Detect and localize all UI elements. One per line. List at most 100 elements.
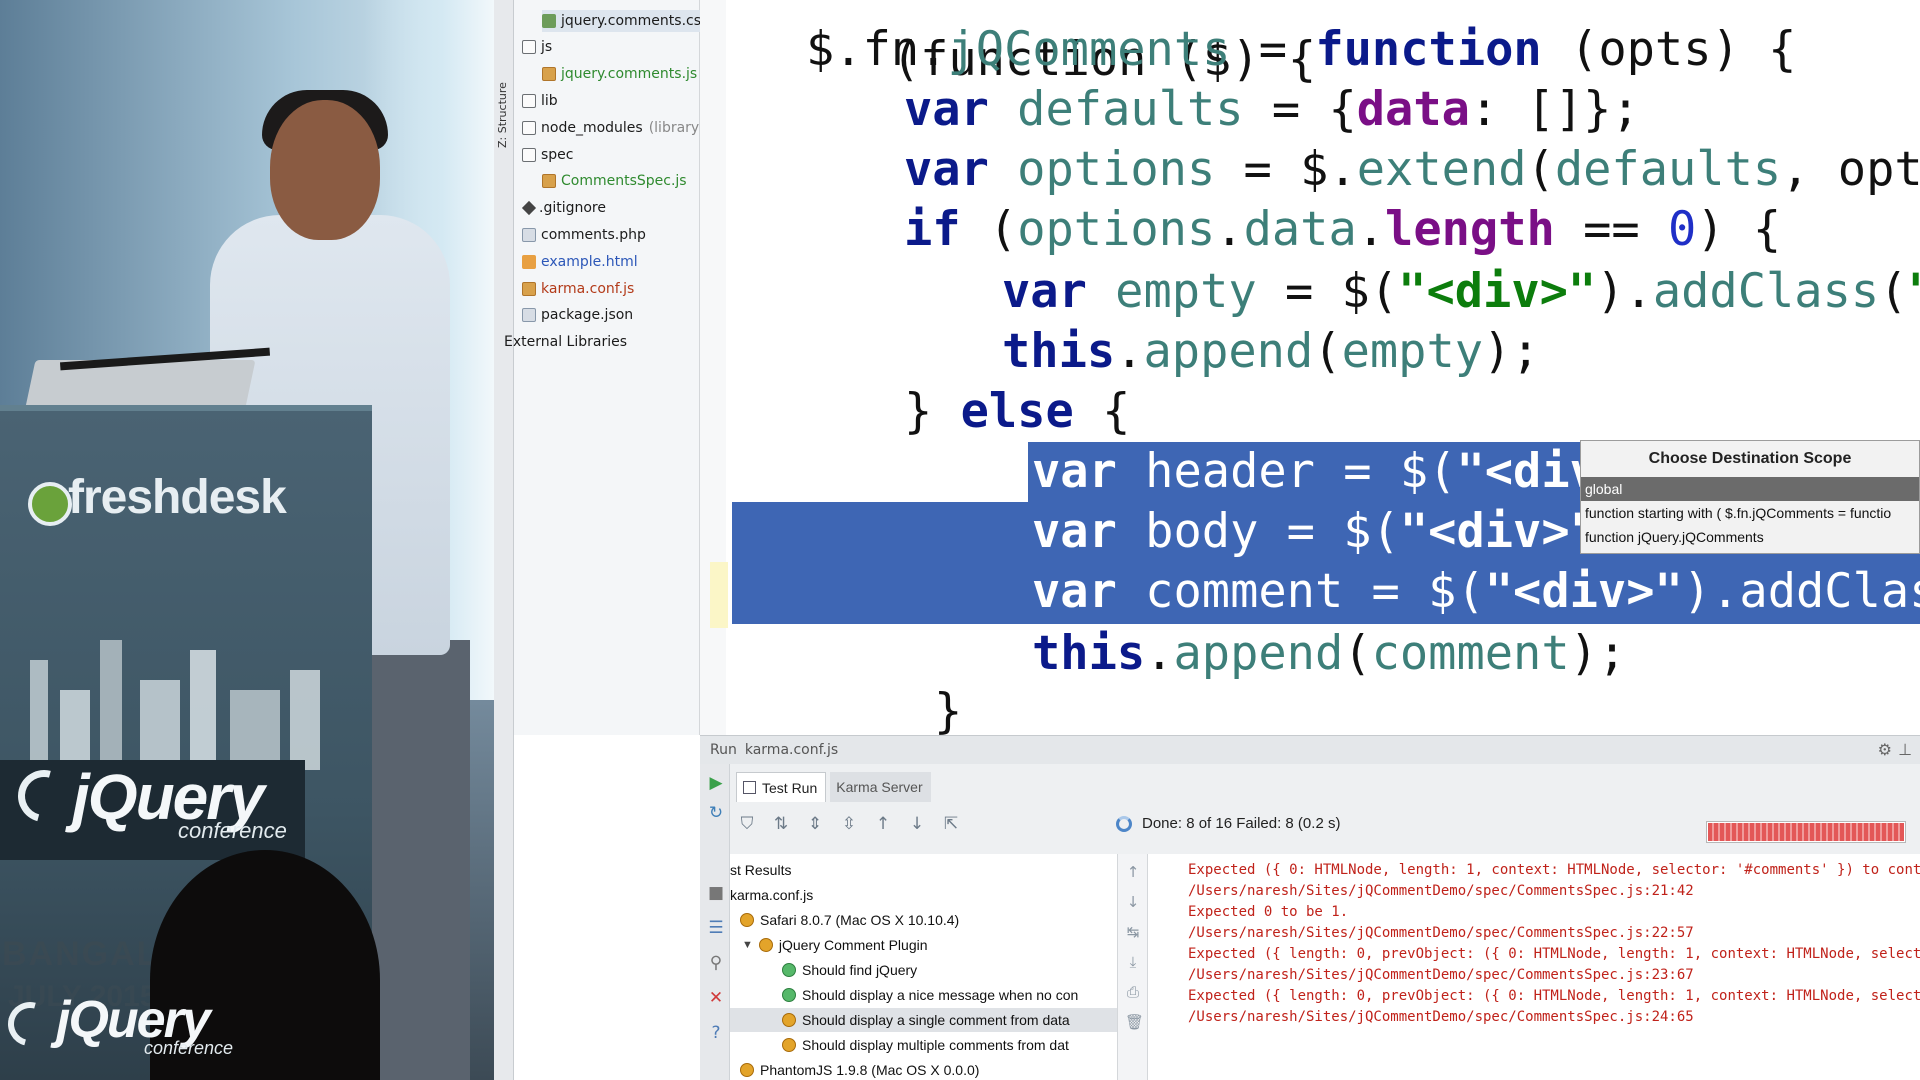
test-result-row[interactable]: Should find jQuery xyxy=(730,958,1117,982)
code-editor[interactable]: (function ($) { $.fn.jQComments = functi… xyxy=(700,0,1920,735)
tree-item-label: External Libraries xyxy=(504,334,627,350)
tree-item-example-html[interactable]: example.html xyxy=(522,251,638,273)
tree-item-jquery-comments-js[interactable]: jquery.comments.js xyxy=(542,63,697,85)
scope-option-jquery-jqcomments[interactable]: function jQuery.jQComments xyxy=(1581,525,1919,549)
code-token: $.fn. xyxy=(806,22,948,77)
tree-item-karma-conf-js[interactable]: karma.conf.js xyxy=(522,278,634,300)
tree-item-label: js xyxy=(541,39,553,55)
console-output[interactable]: Expected ({ 0: HTMLNode, length: 1, cont… xyxy=(1148,854,1920,1080)
next-test-icon[interactable]: ↓ xyxy=(906,813,928,835)
scope-option-global[interactable]: global xyxy=(1581,477,1919,501)
code-line-8: var header = $("<div>" xyxy=(1032,442,1655,502)
code-token: "<div>" xyxy=(1399,504,1598,559)
run-config-name: karma.conf.js xyxy=(744,742,839,758)
code-token: var xyxy=(1032,504,1117,559)
test-result-row[interactable]: Should display a nice message when no co… xyxy=(730,983,1117,1007)
soft-wrap-icon[interactable]: ↹ xyxy=(1125,924,1141,940)
pin-icon[interactable]: ⚲ xyxy=(707,954,725,972)
tab-test-run[interactable]: Test Run xyxy=(736,772,827,802)
scope-option-fn-starting[interactable]: function starting with ( $.fn.jQComments… xyxy=(1581,501,1919,525)
ide-window: Z: Structure jquery.comments.css js jque… xyxy=(494,0,1920,1080)
tree-item-comments-spec-js[interactable]: CommentsSpec.js xyxy=(542,170,687,192)
collapse-all-icon[interactable]: ⇳ xyxy=(838,813,860,835)
code-token: ) { xyxy=(1711,22,1797,77)
sort-icon[interactable]: ⇅ xyxy=(770,813,792,835)
test-result-label: st Results xyxy=(730,862,792,878)
tree-item-label: jquery.comments.css xyxy=(561,13,709,29)
code-token: ) { xyxy=(1696,202,1782,257)
console-line: Expected 0 to be 1. xyxy=(1188,904,1349,920)
code-token: = $. xyxy=(1215,142,1357,197)
tree-item-package-json[interactable]: package.json xyxy=(522,304,633,326)
gear-icon[interactable]: ⚙ xyxy=(1878,740,1892,759)
test-result-row[interactable]: ▼ jQuery Comment Plugin xyxy=(730,933,1117,957)
test-result-label: Should display a single comment from dat… xyxy=(802,1012,1070,1028)
print-icon[interactable]: ⎙ xyxy=(1125,984,1141,1000)
tab-karma-server[interactable]: Karma Server xyxy=(830,772,931,802)
rerun-icon[interactable]: ↻ xyxy=(707,804,725,822)
layout-icon[interactable]: ☰ xyxy=(707,919,725,937)
test-result-row[interactable]: Safari 8.0.7 (Mac OS X 10.10.4) xyxy=(730,908,1117,932)
tab-label: Karma Server xyxy=(836,779,923,795)
code-token: = $( xyxy=(1256,264,1399,319)
stop-icon[interactable]: ■ xyxy=(707,884,725,902)
code-token: ); xyxy=(1569,626,1627,681)
code-token: ). xyxy=(1596,264,1653,319)
filter-icon[interactable]: ⛉ xyxy=(736,813,758,835)
scroll-to-end-icon[interactable]: ⤓ xyxy=(1125,954,1141,970)
trash-icon[interactable]: 🗑 xyxy=(1125,1014,1144,1030)
css-file-icon xyxy=(542,14,556,28)
scroll-up-icon[interactable]: ↑ xyxy=(1125,864,1141,880)
test-result-label: Safari 8.0.7 (Mac OS X 10.10.4) xyxy=(760,912,960,928)
previous-test-icon[interactable]: ↑ xyxy=(872,813,894,835)
test-failed-icon xyxy=(758,938,773,952)
test-status-text: Done: 8 of 16 Failed: 8 (0.2 s) xyxy=(1142,815,1341,832)
code-token: ( xyxy=(1313,324,1342,379)
speaker-legs xyxy=(370,640,470,1080)
code-token: , xyxy=(1781,142,1838,197)
code-token: jQComments xyxy=(947,22,1231,77)
tree-item-label: spec xyxy=(541,147,574,163)
code-token: defaults xyxy=(988,82,1244,137)
code-token: data xyxy=(1243,202,1357,257)
test-result-row[interactable]: st Results xyxy=(730,858,1117,882)
code-token: : []}; xyxy=(1469,82,1640,137)
tree-item-spec-folder[interactable]: spec xyxy=(522,144,574,166)
podium-skyline-graphic xyxy=(0,620,330,770)
run-icon[interactable]: ▶ xyxy=(707,774,725,792)
tree-item-external-libraries[interactable]: External Libraries xyxy=(504,331,627,353)
code-token: . xyxy=(1115,324,1144,379)
close-icon[interactable]: ✕ xyxy=(707,989,725,1007)
popup-title: Choose Destination Scope xyxy=(1648,450,1852,467)
choose-destination-scope-popup: Choose Destination Scope global function… xyxy=(1580,440,1920,554)
test-result-row[interactable]: karma.conf.js xyxy=(730,883,1117,907)
code-token: append xyxy=(1143,324,1314,379)
test-result-row[interactable]: Should display multiple comments from da… xyxy=(730,1033,1117,1057)
code-token: } xyxy=(934,684,963,735)
test-result-label: Should display multiple comments from da… xyxy=(802,1037,1069,1053)
export-icon[interactable]: ⇱ xyxy=(940,813,962,835)
freshdesk-logo-icon xyxy=(28,482,72,526)
tree-item-js-folder[interactable]: js xyxy=(522,36,552,58)
code-line-3: var options = $.extend(defaults, opts); xyxy=(904,140,1920,200)
tree-item-gitignore[interactable]: .gitignore xyxy=(521,197,606,219)
folder-icon xyxy=(522,40,536,54)
expand-all-icon[interactable]: ⇕ xyxy=(804,813,826,835)
scroll-down-icon[interactable]: ↓ xyxy=(1125,894,1141,910)
tree-item-jquery-comments-css[interactable]: jquery.comments.css xyxy=(542,10,709,32)
test-result-row[interactable]: Should display a single comment from dat… xyxy=(730,1008,1117,1032)
php-file-icon xyxy=(522,228,536,242)
hide-panel-icon[interactable]: ⊥ xyxy=(1898,740,1912,759)
expand-triangle-icon[interactable]: ▼ xyxy=(742,933,753,957)
structure-tab[interactable]: Z: Structure xyxy=(496,60,512,170)
tree-item-lib-folder[interactable]: lib xyxy=(522,90,558,112)
code-token: "em xyxy=(1908,264,1920,319)
test-progress-bar xyxy=(1706,821,1906,843)
code-token: ).addClass( xyxy=(1682,564,1920,619)
tree-item-node-modules-folder[interactable]: node_modules (library ho xyxy=(522,117,721,139)
test-result-row[interactable]: PhantomJS 1.9.8 (Mac OS X 0.0.0) xyxy=(730,1058,1117,1080)
test-passed-icon xyxy=(782,963,796,977)
help-icon[interactable]: ? xyxy=(707,1024,725,1042)
js-file-icon xyxy=(522,282,536,296)
tree-item-comments-php[interactable]: comments.php xyxy=(522,224,646,246)
